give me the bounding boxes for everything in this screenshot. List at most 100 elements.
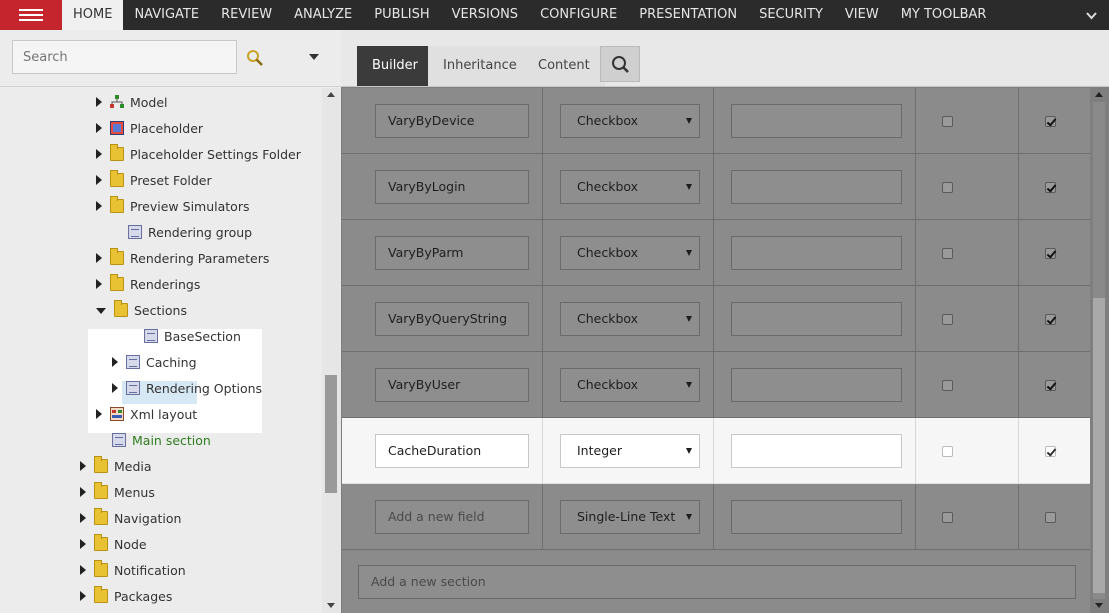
unversioned-checkbox[interactable]: [942, 314, 953, 325]
tab-search-button[interactable]: [600, 46, 640, 82]
menu-item-navigate[interactable]: NAVIGATE: [123, 0, 210, 30]
shared-checkbox[interactable]: [1045, 182, 1056, 193]
tree-item[interactable]: Model: [96, 91, 168, 113]
tree-scrollbar[interactable]: [322, 88, 341, 613]
tree-item[interactable]: Preset Folder: [96, 169, 212, 191]
field-name-input[interactable]: VaryByQueryString: [375, 302, 529, 336]
field-type-select[interactable]: Checkbox: [560, 104, 700, 138]
expand-arrow-right-icon[interactable]: [112, 357, 118, 367]
unversioned-checkbox[interactable]: [942, 248, 953, 259]
tree-item[interactable]: Rendering group: [114, 221, 252, 243]
field-source-input[interactable]: [731, 500, 902, 534]
menu-item-home[interactable]: HOME: [62, 0, 124, 30]
tree-item[interactable]: Node: [80, 533, 147, 555]
expand-arrow-right-icon[interactable]: [80, 591, 86, 601]
field-name-input[interactable]: VaryByDevice: [375, 104, 529, 138]
field-name-input[interactable]: CacheDuration: [375, 434, 529, 468]
tree-item[interactable]: Menus: [80, 481, 155, 503]
expand-arrow-right-icon[interactable]: [96, 409, 102, 419]
expand-arrow-right-icon[interactable]: [96, 279, 102, 289]
scroll-up-icon[interactable]: [1095, 92, 1103, 97]
field-name-input[interactable]: VaryByUser: [375, 368, 529, 402]
menu-item-versions[interactable]: VERSIONS: [441, 0, 529, 30]
field-source-input[interactable]: [731, 302, 902, 336]
expand-arrow-right-icon[interactable]: [112, 383, 118, 393]
builder-scrollbar-thumb[interactable]: [1093, 298, 1105, 593]
tree-item[interactable]: Navigation: [80, 507, 181, 529]
shared-checkbox[interactable]: [1045, 380, 1056, 391]
tree-item[interactable]: Renderings: [96, 273, 200, 295]
search-icon[interactable]: [245, 48, 265, 68]
unversioned-checkbox[interactable]: [942, 116, 953, 127]
field-type-select[interactable]: Checkbox: [560, 236, 700, 270]
unversioned-checkbox[interactable]: [942, 446, 953, 457]
tree-item[interactable]: Media: [80, 455, 152, 477]
search-options-caret-icon[interactable]: [309, 54, 319, 60]
hamburger-menu-icon[interactable]: [0, 0, 62, 30]
menu-item-my-toolbar[interactable]: MY TOOLBAR: [890, 0, 998, 30]
tree-item[interactable]: Rendering Options: [112, 377, 262, 399]
tree-item[interactable]: Caching: [112, 351, 197, 373]
unversioned-checkbox[interactable]: [942, 380, 953, 391]
expand-arrow-down-icon[interactable]: [96, 308, 106, 314]
shared-checkbox[interactable]: [1045, 512, 1056, 523]
add-section-input[interactable]: Add a new section: [358, 565, 1076, 599]
shared-checkbox[interactable]: [1045, 314, 1056, 325]
tree-item[interactable]: Sections: [96, 299, 187, 321]
menu-item-configure[interactable]: CONFIGURE: [529, 0, 628, 30]
add-field-input[interactable]: Add a new field: [375, 500, 529, 534]
chevron-down-icon[interactable]: [1086, 10, 1097, 21]
shared-checkbox[interactable]: [1045, 248, 1056, 259]
menu-item-review[interactable]: REVIEW: [210, 0, 283, 30]
menu-item-presentation[interactable]: PRESENTATION: [628, 0, 748, 30]
field-name-input[interactable]: VaryByLogin: [375, 170, 529, 204]
field-source-input[interactable]: [731, 104, 902, 138]
expand-arrow-right-icon[interactable]: [96, 149, 102, 159]
tree-scrollbar-thumb[interactable]: [325, 375, 337, 493]
field-source-input[interactable]: [731, 368, 902, 402]
expand-arrow-right-icon[interactable]: [80, 565, 86, 575]
field-type-select[interactable]: Checkbox: [560, 302, 700, 336]
field-type-select[interactable]: Integer: [560, 434, 700, 468]
tree-item[interactable]: Main section: [98, 429, 211, 451]
menu-item-security[interactable]: SECURITY: [748, 0, 834, 30]
menu-item-analyze[interactable]: ANALYZE: [283, 0, 363, 30]
unversioned-checkbox[interactable]: [942, 512, 953, 523]
field-source-input[interactable]: [731, 434, 902, 468]
field-source-input[interactable]: [731, 236, 902, 270]
tree-item[interactable]: Rendering Parameters: [96, 247, 269, 269]
expand-arrow-right-icon[interactable]: [80, 487, 86, 497]
tree-item[interactable]: Preview Simulators: [96, 195, 249, 217]
field-type-select[interactable]: Checkbox: [560, 170, 700, 204]
tree-item[interactable]: Notification: [80, 559, 186, 581]
menu-item-view[interactable]: VIEW: [834, 0, 890, 30]
scroll-up-icon[interactable]: [327, 92, 335, 97]
tree-item[interactable]: Placeholder: [96, 117, 203, 139]
tab-content[interactable]: Content: [523, 46, 605, 86]
tree-item[interactable]: Xml layout: [96, 403, 197, 425]
builder-scrollbar[interactable]: [1090, 88, 1109, 613]
menu-item-publish[interactable]: PUBLISH: [363, 0, 440, 30]
tree-item[interactable]: BaseSection: [130, 325, 241, 347]
field-type-select[interactable]: Checkbox: [560, 368, 700, 402]
tree-item[interactable]: Packages: [80, 585, 172, 607]
scroll-down-icon[interactable]: [327, 603, 335, 608]
search-input[interactable]: [12, 40, 237, 74]
expand-arrow-right-icon[interactable]: [96, 175, 102, 185]
expand-arrow-right-icon[interactable]: [80, 539, 86, 549]
expand-arrow-right-icon[interactable]: [96, 97, 102, 107]
tree-item[interactable]: Placeholder Settings Folder: [96, 143, 301, 165]
unversioned-checkbox[interactable]: [942, 182, 953, 193]
field-name-input[interactable]: VaryByParm: [375, 236, 529, 270]
shared-checkbox[interactable]: [1045, 446, 1056, 457]
scroll-down-icon[interactable]: [1095, 603, 1103, 608]
expand-arrow-right-icon[interactable]: [96, 123, 102, 133]
expand-arrow-right-icon[interactable]: [96, 253, 102, 263]
tab-builder[interactable]: Builder: [357, 46, 433, 86]
field-type-select[interactable]: Single-Line Text: [560, 500, 700, 534]
field-source-input[interactable]: [731, 170, 902, 204]
shared-checkbox[interactable]: [1045, 116, 1056, 127]
expand-arrow-right-icon[interactable]: [80, 461, 86, 471]
expand-arrow-right-icon[interactable]: [96, 201, 102, 211]
expand-arrow-right-icon[interactable]: [80, 513, 86, 523]
